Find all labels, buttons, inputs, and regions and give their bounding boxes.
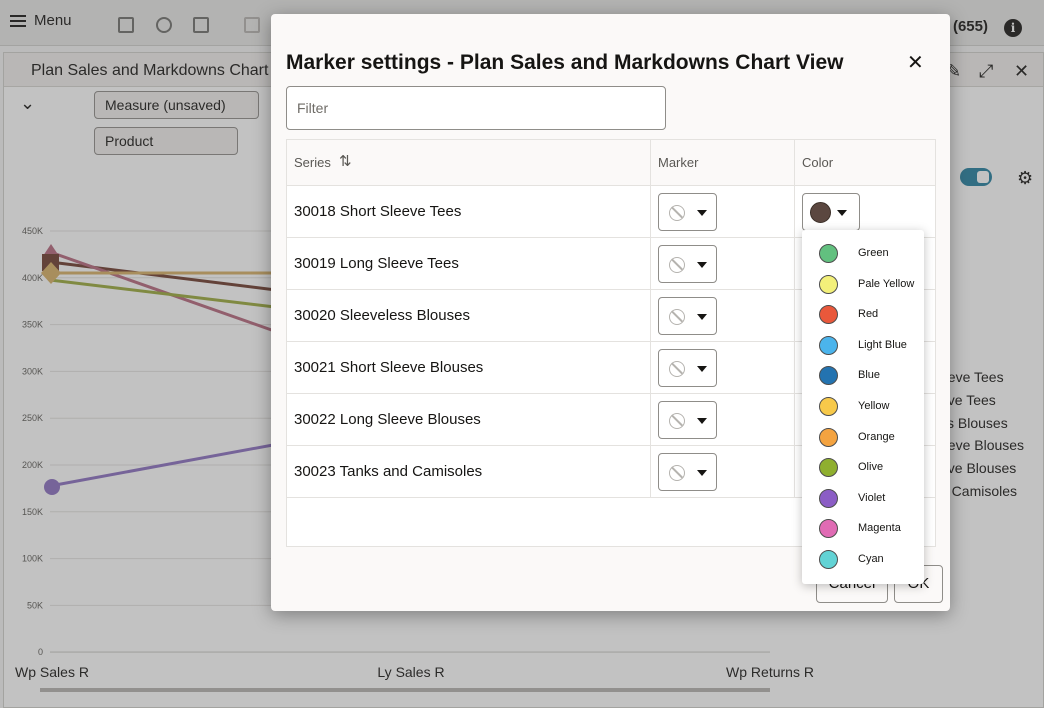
color-option-label: Orange [858, 430, 895, 443]
sort-icon[interactable]: ⇅ [339, 152, 352, 170]
series-label: 30021 Short Sleeve Blouses [294, 359, 484, 376]
chevron-down-icon [697, 210, 707, 216]
color-option-label: Magenta [858, 522, 901, 535]
color-option[interactable]: Red [802, 300, 924, 330]
color-dot [819, 274, 838, 294]
color-option[interactable]: Orange [802, 423, 924, 453]
color-option-label: Cyan [858, 553, 884, 565]
no-marker-icon [669, 205, 685, 221]
color-option-label: Olive [858, 461, 884, 474]
color-dot [819, 550, 838, 569]
col-header-marker: Marker [658, 155, 699, 170]
series-label: 30022 Long Sleeve Blouses [294, 411, 481, 428]
no-marker-icon [669, 257, 685, 273]
color-option[interactable]: Green [802, 239, 924, 269]
color-dot [819, 305, 838, 325]
color-option[interactable]: Magenta [802, 514, 924, 544]
chevron-down-icon [697, 418, 707, 424]
chevron-down-icon [697, 366, 707, 372]
col-header-series[interactable]: Series [294, 155, 331, 170]
color-option-label: Red [858, 308, 879, 321]
color-option[interactable]: Blue [802, 361, 924, 391]
color-dot [819, 335, 838, 355]
color-dot [819, 488, 838, 508]
color-dot [819, 244, 838, 263]
col-header-color: Color [802, 155, 834, 170]
no-marker-icon [669, 413, 685, 429]
series-label: 30020 Sleeveless Blouses [294, 307, 470, 324]
color-option-label: Blue [858, 369, 881, 382]
color-swatch [810, 202, 831, 223]
color-option-label: Yellow [858, 400, 890, 412]
color-option[interactable]: Cyan [802, 545, 924, 575]
close-icon[interactable]: ✕ [907, 53, 924, 73]
color-dot [819, 427, 838, 447]
color-option-label: Violet [858, 491, 886, 504]
color-option[interactable]: Yellow [802, 392, 924, 422]
color-option[interactable]: Light Blue [802, 331, 924, 361]
grid-header: Series ⇅ Marker Color [287, 140, 935, 186]
color-option-label: Light Blue [858, 338, 907, 351]
marker-select[interactable] [658, 453, 717, 491]
chevron-down-icon [837, 210, 847, 216]
color-dot [819, 519, 838, 539]
no-marker-icon [669, 309, 685, 325]
marker-select[interactable] [658, 245, 717, 283]
color-dot [819, 397, 838, 416]
color-option-label: Green [858, 247, 889, 259]
filter-input[interactable] [286, 86, 666, 130]
color-dropdown: Green Pale Yellow Red Light Blue Blue Yellow O… [802, 230, 924, 584]
marker-select[interactable] [658, 193, 717, 231]
marker-select[interactable] [658, 401, 717, 439]
series-label: 30018 Short Sleeve Tees [294, 203, 462, 220]
series-label: 30019 Long Sleeve Tees [294, 255, 459, 272]
marker-select[interactable] [658, 349, 717, 387]
chevron-down-icon [697, 314, 707, 320]
color-dot [819, 458, 838, 478]
color-option[interactable]: Olive [802, 453, 924, 483]
marker-select[interactable] [658, 297, 717, 335]
no-marker-icon [669, 465, 685, 481]
color-option[interactable]: Violet [802, 484, 924, 514]
series-label: 30023 Tanks and Camisoles [294, 463, 483, 480]
color-option[interactable]: Pale Yellow [802, 270, 924, 300]
color-select[interactable] [802, 193, 860, 231]
color-option-label: Pale Yellow [858, 277, 915, 290]
dialog-title: Marker settings - Plan Sales and Markdow… [286, 51, 844, 74]
chevron-down-icon [697, 262, 707, 268]
chevron-down-icon [697, 470, 707, 476]
no-marker-icon [669, 361, 685, 377]
color-dot [819, 366, 838, 386]
